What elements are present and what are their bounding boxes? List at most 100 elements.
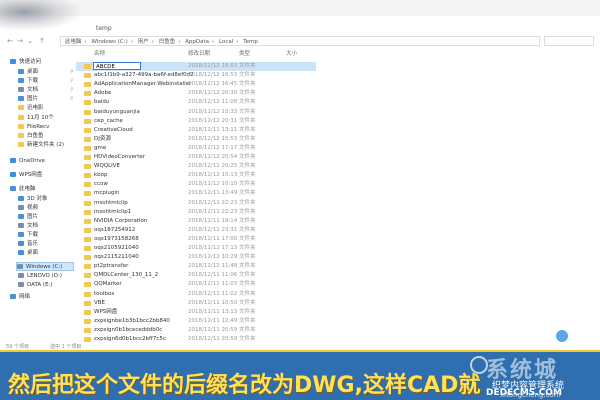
breadcrumb-5[interactable]: Local (219, 39, 233, 45)
file-row[interactable]: WQQLIVE 2018/12/11 20:25 文件夹 (76, 162, 600, 171)
file-row[interactable]: abc1f1b9-a327-499a-ba6f-ed8ef0d2... 2018/… (76, 71, 600, 80)
up-arrow-icon[interactable]: ↑ (38, 37, 46, 45)
search-input[interactable] (544, 36, 594, 46)
file-row[interactable]: VBE 2018/12/11 10:50 文件夹 (76, 299, 600, 308)
sidebar-item[interactable]: 网络 (10, 293, 30, 302)
rename-input[interactable]: ABCDE (93, 62, 141, 70)
file-row[interactable]: DJ资源 2018/12/12 15:53 文件夹 (76, 135, 600, 144)
sidebar-item[interactable]: OneDrive (10, 157, 45, 166)
file-row[interactable]: oqs2115211040 2018/12/12 10:29 文件夹 (76, 253, 600, 262)
sidebar-item[interactable]: 3D 对象 (18, 195, 47, 204)
column-header-size[interactable]: 大小 (286, 50, 297, 58)
file-row[interactable]: gme 2018/12/12 17:17 文件夹 (76, 144, 600, 153)
status-bar: 59 个项目 选中 1 个项目 (0, 342, 600, 350)
file-row[interactable]: CreativeCloud 2018/12/11 13:11 文件夹 (76, 126, 600, 135)
watermark-sub: xitongcheng.com (500, 391, 561, 399)
breadcrumb-4[interactable]: AppData (185, 39, 209, 45)
sidebar-item[interactable]: 音乐 (18, 240, 38, 249)
video-icon (18, 205, 24, 210)
sidebar-item[interactable]: 11月 10个 (18, 114, 54, 123)
sidebar-item[interactable]: 视频 (18, 204, 38, 213)
drive-icon (17, 264, 23, 269)
file-type: 文件夹 (239, 172, 256, 179)
file-row[interactable]: mcplugin 2018/12/11 13:49 文件夹 (76, 189, 600, 198)
back-arrow-icon[interactable]: ← (6, 37, 14, 45)
pin-icon: ⚲ (70, 96, 74, 102)
file-date: 2018/12/11 11:06 (188, 272, 238, 279)
file-row[interactable]: AdApplicationManager.Webinstaller 2018/12… (76, 80, 600, 89)
star-icon (10, 59, 16, 64)
sidebar-item[interactable]: LENOVO (D:) (18, 272, 62, 281)
file-row[interactable]: ccow 2018/12/12 10:10 文件夹 (76, 180, 600, 189)
file-type: 文件夹 (239, 208, 256, 215)
sidebar-item[interactable]: DATA (E:) (18, 281, 53, 290)
folder-icon (84, 82, 91, 88)
file-row[interactable]: QMDLCenter_130_11_2 2018/12/11 11:06 文件夹 (76, 271, 600, 280)
breadcrumb-3[interactable]: 白鱼鱼 (159, 39, 176, 45)
address-bar[interactable]: 此电脑 › Windows (C:) › 用户 › 白鱼鱼 › AppData › Loc… (60, 36, 540, 46)
floating-assistant-icon[interactable] (556, 330, 568, 342)
breadcrumb-0[interactable]: 此电脑 (65, 39, 82, 45)
file-row[interactable]: oqs2105921040 2018/12/12 17:13 文件夹 (76, 244, 600, 253)
file-row[interactable]: NVIDIA Corporation 2018/12/11 19:14 文件夹 (76, 217, 600, 226)
sidebar-item[interactable]: 下载 (18, 231, 38, 240)
sidebar-item[interactable]: 白鱼鱼 (18, 132, 44, 141)
column-header-name[interactable]: 名称 (94, 50, 105, 58)
file-row[interactable]: QQMarker 2018/12/11 11:03 文件夹 (76, 280, 600, 289)
breadcrumb-6[interactable]: Temp (243, 39, 258, 45)
file-type: 文件夹 (239, 81, 256, 88)
chevron-down-icon[interactable]: ⌄ (26, 37, 34, 45)
file-row[interactable]: kbop 2018/12/12 15:13 文件夹 (76, 171, 600, 180)
file-row[interactable]: baidu 2018/12/12 11:08 文件夹 (76, 98, 600, 107)
file-name: HDVideoConverter (94, 154, 146, 160)
forward-arrow-icon[interactable]: → (16, 37, 24, 45)
folder-icon (84, 91, 91, 97)
file-row[interactable]: baiduyunguanjia 2018/12/12 10:33 文件夹 (76, 108, 600, 117)
file-row[interactable]: Adobe 2018/12/12 20:30 文件夹 (76, 89, 600, 98)
folder-icon (84, 100, 91, 106)
file-row[interactable]: oqs1973158268 2018/12/11 17:00 文件夹 (76, 235, 600, 244)
sidebar-item[interactable]: 此电脑 (10, 185, 36, 194)
file-row[interactable]: zxpsign0b1bcecedddb0c 2018/12/11 20:59 文件夹 (76, 326, 600, 335)
breadcrumb-1[interactable]: Windows (C:) (91, 39, 127, 45)
column-header-type[interactable]: 类型 (239, 50, 250, 58)
file-row[interactable]: zxpsignbe1b3b1bcc2bb840 2018/12/11 12:49 文… (76, 317, 600, 326)
sidebar-item[interactable]: 文档 (18, 222, 38, 231)
file-row[interactable]: msohtmlclip1 2018/12/11 22:23 文件夹 (76, 208, 600, 217)
file-name: msohtmlclip1 (94, 208, 132, 215)
folder-icon (84, 200, 91, 206)
sidebar-item[interactable]: Windows (C:) (16, 262, 74, 271)
file-row[interactable]: msohtmlclip 2018/12/11 22:23 文件夹 (76, 199, 600, 208)
file-name: WQQLIVE (94, 163, 121, 170)
file-row[interactable]: WPS网盘 2018/12/11 13:13 文件夹 (76, 308, 600, 317)
sidebar-item[interactable]: 图片 ⚲ (18, 95, 74, 104)
folder-icon (18, 250, 24, 255)
folder-icon (18, 142, 24, 147)
column-header-date[interactable]: 修改日期 (188, 50, 210, 58)
file-row[interactable]: cep_cache 2018/12/12 20:31 文件夹 (76, 117, 600, 126)
sidebar-item-label: 桌面 (27, 69, 39, 75)
file-date: 2018/12/12 17:13 (188, 245, 238, 251)
folder-icon (84, 164, 91, 170)
sidebar-item[interactable]: 快速访问 (10, 58, 41, 67)
pin-icon: ⚲ (70, 69, 74, 75)
folder-icon (84, 246, 91, 251)
sidebar-item[interactable]: 迅电影 (18, 104, 44, 113)
file-name: WPS网盘 (94, 308, 118, 315)
sidebar-item[interactable]: 图片 (18, 213, 38, 222)
file-row[interactable]: pt2ptransfer 2018/12/12 11:48 文件夹 (76, 262, 600, 271)
sidebar-item[interactable]: WPS网盘 (10, 171, 42, 180)
file-row[interactable]: HDVideoConverter 2018/12/12 20:54 文件夹 (76, 153, 600, 162)
sidebar-item[interactable]: 桌面 ⚲ (18, 68, 74, 77)
sidebar-item[interactable]: 桌面 (18, 249, 38, 258)
file-row[interactable]: oqs187254912 2018/12/11 23:31 文件夹 (76, 226, 600, 235)
file-row[interactable]: toolbox 2018/12/11 11:02 文件夹 (76, 290, 600, 299)
sidebar-item[interactable]: FileRecv (18, 123, 49, 132)
sidebar-item[interactable]: 下载 ⚲ (18, 77, 74, 86)
sidebar-item-label: 桌面 (27, 250, 39, 256)
breadcrumb-2[interactable]: 用户 (138, 39, 149, 45)
sidebar-item[interactable]: 新建文件夹 (2) (18, 141, 64, 150)
folder-icon (84, 327, 91, 333)
file-row[interactable]: ABCDE 2018/12/12 16:53 文件夹 (76, 62, 316, 71)
sidebar-item[interactable]: 文档 ⚲ (18, 86, 74, 95)
